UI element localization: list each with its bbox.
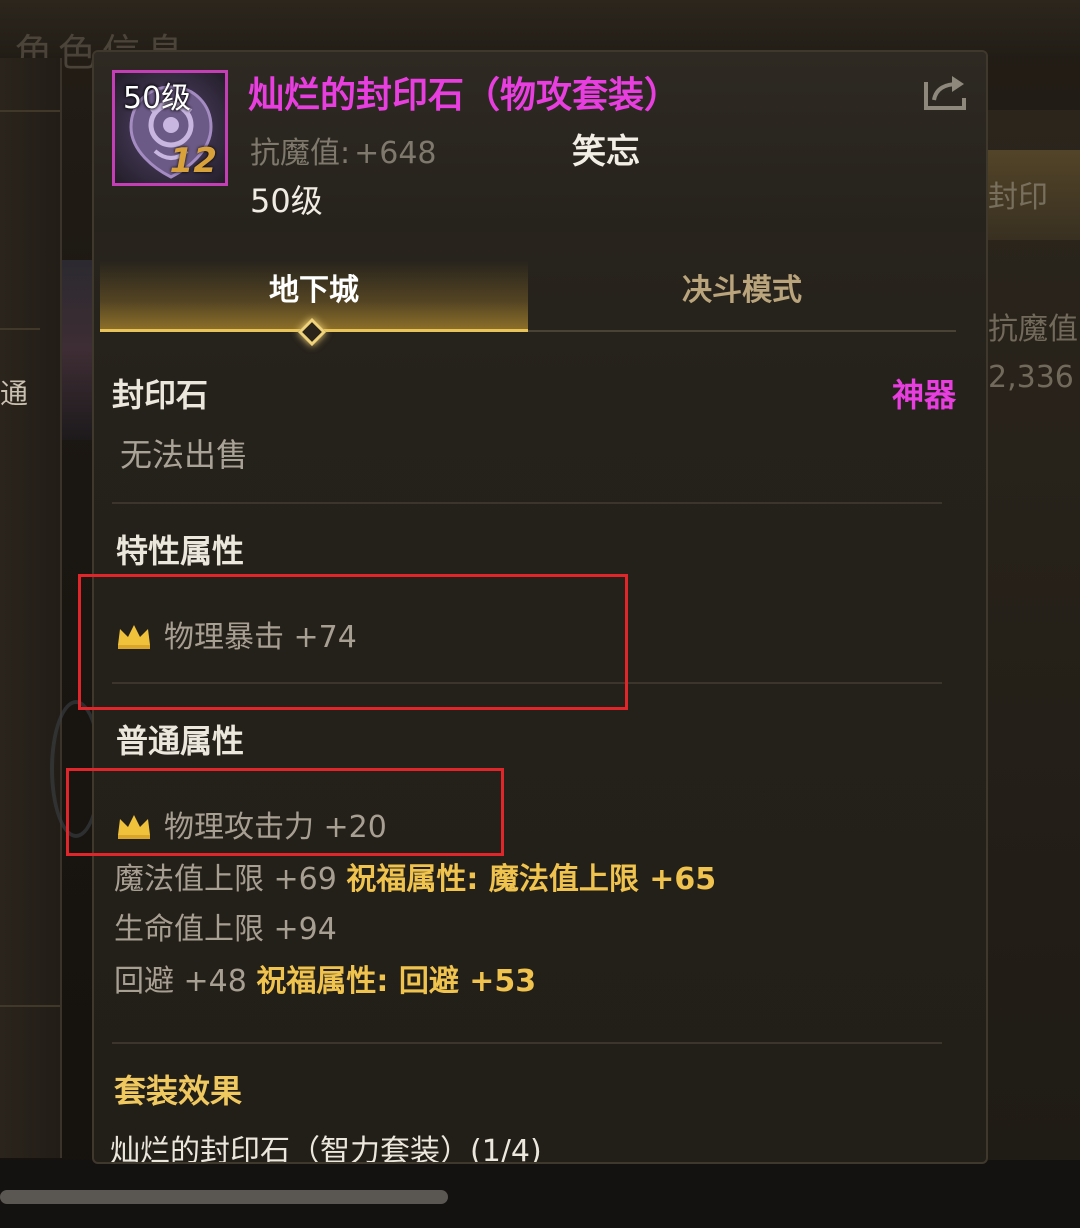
bless-attribute-text: 祝福属性: 魔法值上限 +65 (346, 862, 717, 897)
background-right-label: 抗魔值 (988, 312, 1078, 347)
sell-status: 无法出售 (120, 436, 249, 474)
background-divider (0, 328, 40, 330)
background-character-art (62, 260, 92, 440)
resist-label: 抗魔值: (250, 136, 351, 171)
background-right-panel (986, 110, 1080, 1160)
section-divider (112, 502, 942, 504)
attribute-text: 回避 +48 (114, 964, 247, 999)
item-icon[interactable]: 50级 12 (112, 70, 228, 186)
item-name: 灿烂的封印石（物攻套装） (248, 75, 681, 116)
background-divider (0, 1005, 60, 1007)
highlight-box (66, 768, 504, 856)
bless-attribute-text: 祝福属性: 回避 +53 (256, 964, 537, 999)
attribute-text: 生命值上限 +94 (114, 912, 337, 947)
resist-value: +648 (354, 136, 437, 171)
icon-level-label: 50级 (123, 81, 192, 116)
mode-tabs: 地下城 决斗模式 (100, 260, 962, 347)
attribute-row: 回避 +48 祝福属性: 回避 +53 (114, 956, 536, 1000)
normal-attributes-title: 普通属性 (116, 722, 245, 760)
background-left-text: 通 (0, 377, 29, 410)
background-left-panel (0, 58, 62, 1158)
background-divider (0, 110, 60, 112)
attribute-row: 生命值上限 +94 (114, 904, 337, 948)
section-divider (112, 1042, 942, 1044)
icon-grade-label: 12 (169, 141, 217, 181)
item-category: 封印石 (112, 376, 209, 414)
highlight-box (78, 574, 628, 710)
attribute-row: 魔法值上限 +69 祝福属性: 魔法值上限 +65 (114, 854, 716, 898)
resist-row: 抗魔值: +648 (250, 128, 437, 172)
background-topbar: 角色信息 (0, 0, 1080, 75)
share-icon (924, 76, 966, 110)
item-rarity: 神器 (891, 376, 956, 414)
set-effect-item: 灿烂的封印石（智力套装）(1/4) (110, 1134, 542, 1164)
special-attributes-title: 特性属性 (116, 532, 245, 570)
set-effect-title: 套装效果 (114, 1072, 243, 1110)
background-right-label: 封印 (988, 180, 1048, 215)
background-right-value: 2,336 (988, 360, 1074, 395)
share-button[interactable] (920, 72, 972, 112)
tab-duel-mode[interactable]: 决斗模式 (528, 260, 956, 332)
owner-name: 笑忘 (572, 132, 640, 172)
item-level: 50级 (250, 182, 323, 220)
horizontal-scrollbar[interactable] (0, 1190, 448, 1204)
attribute-text: 魔法值上限 +69 (114, 862, 337, 897)
